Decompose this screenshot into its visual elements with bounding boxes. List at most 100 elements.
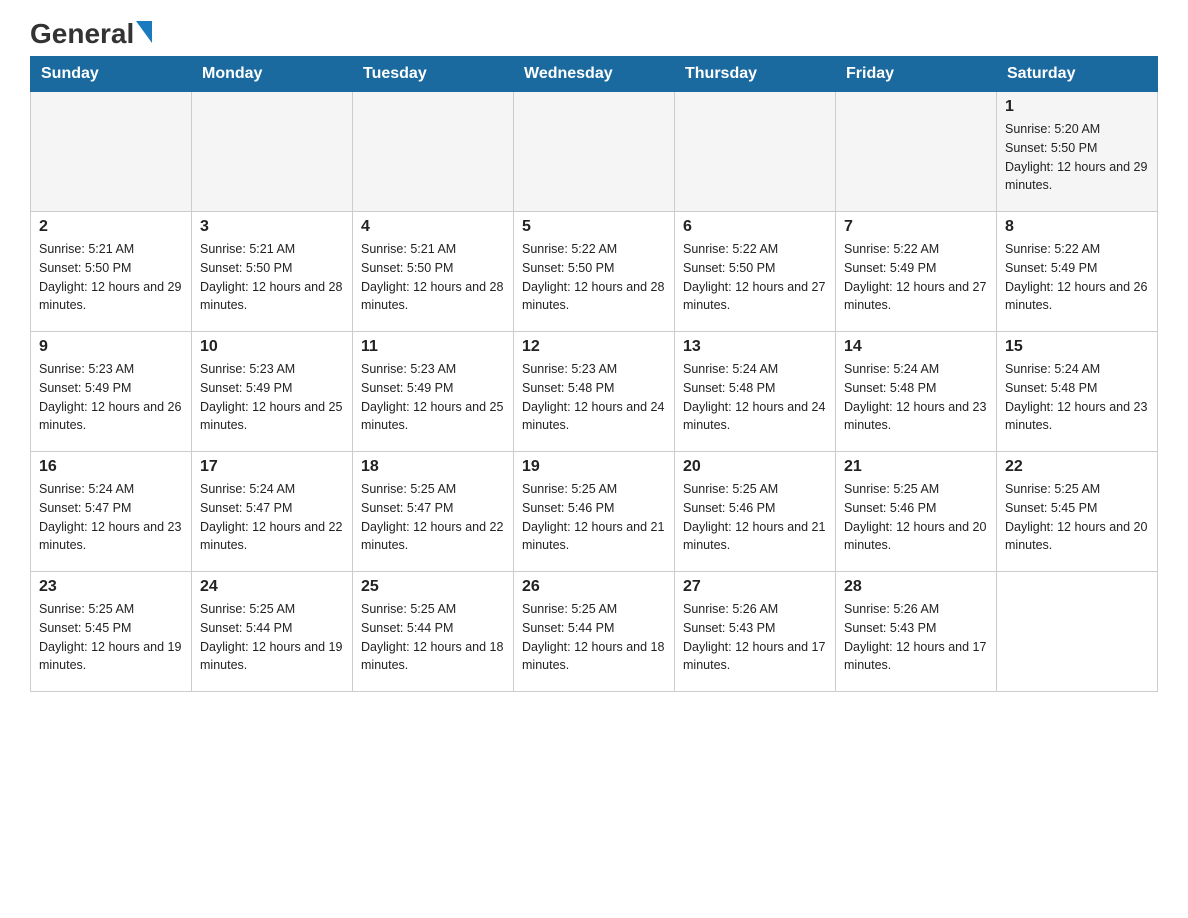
weekday-header-saturday: Saturday [997,57,1158,92]
day-number: 6 [683,218,827,236]
weekday-header-monday: Monday [192,57,353,92]
day-info: Sunrise: 5:22 AMSunset: 5:49 PMDaylight:… [1005,240,1149,315]
day-info: Sunrise: 5:25 AMSunset: 5:46 PMDaylight:… [844,480,988,555]
calendar-cell: 25 Sunrise: 5:25 AMSunset: 5:44 PMDayligh… [353,572,514,692]
calendar-cell [353,92,514,212]
day-info: Sunrise: 5:21 AMSunset: 5:50 PMDaylight:… [200,240,344,315]
calendar-cell: 17 Sunrise: 5:24 AMSunset: 5:47 PMDayligh… [192,452,353,572]
calendar-cell: 6 Sunrise: 5:22 AMSunset: 5:50 PMDaylight… [675,212,836,332]
day-number: 19 [522,458,666,476]
day-info: Sunrise: 5:26 AMSunset: 5:43 PMDaylight:… [844,600,988,675]
day-info: Sunrise: 5:22 AMSunset: 5:49 PMDaylight:… [844,240,988,315]
day-number: 25 [361,578,505,596]
weekday-header-thursday: Thursday [675,57,836,92]
day-info: Sunrise: 5:25 AMSunset: 5:45 PMDaylight:… [39,600,183,675]
calendar-cell: 8 Sunrise: 5:22 AMSunset: 5:49 PMDaylight… [997,212,1158,332]
weekday-header-wednesday: Wednesday [514,57,675,92]
day-number: 20 [683,458,827,476]
logo-arrow-icon [136,21,152,43]
calendar-cell: 26Sunrise: 5:25 AMSunset: 5:44 PMDayligh… [514,572,675,692]
calendar-week-row: 23 Sunrise: 5:25 AMSunset: 5:45 PMDayligh… [31,572,1158,692]
day-info: Sunrise: 5:24 AMSunset: 5:48 PMDaylight:… [844,360,988,435]
calendar-cell: 27 Sunrise: 5:26 AMSunset: 5:43 PMDayligh… [675,572,836,692]
day-number: 27 [683,578,827,596]
day-info: Sunrise: 5:25 AMSunset: 5:44 PMDaylight:… [361,600,505,675]
day-number: 24 [200,578,344,596]
day-info: Sunrise: 5:26 AMSunset: 5:43 PMDaylight:… [683,600,827,675]
day-number: 9 [39,338,183,356]
day-info: Sunrise: 5:25 AMSunset: 5:47 PMDaylight:… [361,480,505,555]
day-info: Sunrise: 5:22 AMSunset: 5:50 PMDaylight:… [683,240,827,315]
day-number: 26 [522,578,666,596]
calendar-cell: 22Sunrise: 5:25 AMSunset: 5:45 PMDayligh… [997,452,1158,572]
calendar-cell: 16 Sunrise: 5:24 AMSunset: 5:47 PMDayligh… [31,452,192,572]
calendar-cell: 4 Sunrise: 5:21 AMSunset: 5:50 PMDaylight… [353,212,514,332]
day-info: Sunrise: 5:25 AMSunset: 5:46 PMDaylight:… [522,480,666,555]
day-info: Sunrise: 5:24 AMSunset: 5:47 PMDaylight:… [39,480,183,555]
weekday-header-sunday: Sunday [31,57,192,92]
calendar-cell: 1 Sunrise: 5:20 AMSunset: 5:50 PMDaylight… [997,92,1158,212]
day-info: Sunrise: 5:20 AMSunset: 5:50 PMDaylight:… [1005,120,1149,195]
weekday-header-friday: Friday [836,57,997,92]
calendar-week-row: 16 Sunrise: 5:24 AMSunset: 5:47 PMDayligh… [31,452,1158,572]
day-number: 3 [200,218,344,236]
day-number: 28 [844,578,988,596]
calendar-cell: 23 Sunrise: 5:25 AMSunset: 5:45 PMDayligh… [31,572,192,692]
day-number: 14 [844,338,988,356]
day-info: Sunrise: 5:23 AMSunset: 5:48 PMDaylight:… [522,360,666,435]
calendar-cell [514,92,675,212]
weekday-header-tuesday: Tuesday [353,57,514,92]
day-info: Sunrise: 5:24 AMSunset: 5:48 PMDaylight:… [1005,360,1149,435]
calendar-cell: 28 Sunrise: 5:26 AMSunset: 5:43 PMDayligh… [836,572,997,692]
page-header: General [30,20,1158,46]
calendar-cell: 21 Sunrise: 5:25 AMSunset: 5:46 PMDayligh… [836,452,997,572]
calendar-cell: 12 Sunrise: 5:23 AMSunset: 5:48 PMDayligh… [514,332,675,452]
day-number: 18 [361,458,505,476]
calendar-week-row: 9 Sunrise: 5:23 AMSunset: 5:49 PMDaylight… [31,332,1158,452]
day-number: 8 [1005,218,1149,236]
calendar-cell: 9 Sunrise: 5:23 AMSunset: 5:49 PMDaylight… [31,332,192,452]
calendar-cell: 24 Sunrise: 5:25 AMSunset: 5:44 PMDayligh… [192,572,353,692]
day-number: 21 [844,458,988,476]
logo-text-general: General [30,20,134,48]
day-info: Sunrise: 5:23 AMSunset: 5:49 PMDaylight:… [200,360,344,435]
calendar-cell: 2 Sunrise: 5:21 AMSunset: 5:50 PMDaylight… [31,212,192,332]
day-number: 2 [39,218,183,236]
calendar-cell: 19 Sunrise: 5:25 AMSunset: 5:46 PMDayligh… [514,452,675,572]
day-info: Sunrise: 5:23 AMSunset: 5:49 PMDaylight:… [361,360,505,435]
logo: General [30,20,152,46]
calendar-cell: 3 Sunrise: 5:21 AMSunset: 5:50 PMDaylight… [192,212,353,332]
day-number: 1 [1005,98,1149,116]
day-number: 15 [1005,338,1149,356]
calendar-cell: 7 Sunrise: 5:22 AMSunset: 5:49 PMDaylight… [836,212,997,332]
calendar-cell: 10Sunrise: 5:23 AMSunset: 5:49 PMDayligh… [192,332,353,452]
day-number: 17 [200,458,344,476]
calendar-week-row: 2 Sunrise: 5:21 AMSunset: 5:50 PMDaylight… [31,212,1158,332]
day-info: Sunrise: 5:24 AMSunset: 5:47 PMDaylight:… [200,480,344,555]
calendar-cell [675,92,836,212]
day-number: 23 [39,578,183,596]
calendar-cell: 14 Sunrise: 5:24 AMSunset: 5:48 PMDayligh… [836,332,997,452]
calendar-table: SundayMondayTuesdayWednesdayThursdayFrid… [30,56,1158,692]
day-info: Sunrise: 5:25 AMSunset: 5:44 PMDaylight:… [200,600,344,675]
day-number: 12 [522,338,666,356]
day-number: 4 [361,218,505,236]
day-number: 11 [361,338,505,356]
day-info: Sunrise: 5:21 AMSunset: 5:50 PMDaylight:… [39,240,183,315]
calendar-cell [31,92,192,212]
day-info: Sunrise: 5:22 AMSunset: 5:50 PMDaylight:… [522,240,666,315]
day-info: Sunrise: 5:23 AMSunset: 5:49 PMDaylight:… [39,360,183,435]
day-info: Sunrise: 5:25 AMSunset: 5:46 PMDaylight:… [683,480,827,555]
calendar-cell: 11 Sunrise: 5:23 AMSunset: 5:49 PMDayligh… [353,332,514,452]
calendar-cell: 15 Sunrise: 5:24 AMSunset: 5:48 PMDayligh… [997,332,1158,452]
calendar-cell: 5 Sunrise: 5:22 AMSunset: 5:50 PMDaylight… [514,212,675,332]
calendar-header-row: SundayMondayTuesdayWednesdayThursdayFrid… [31,57,1158,92]
day-number: 16 [39,458,183,476]
day-number: 7 [844,218,988,236]
day-number: 5 [522,218,666,236]
day-info: Sunrise: 5:25 AMSunset: 5:45 PMDaylight:… [1005,480,1149,555]
calendar-cell [997,572,1158,692]
day-info: Sunrise: 5:21 AMSunset: 5:50 PMDaylight:… [361,240,505,315]
calendar-cell [192,92,353,212]
day-number: 13 [683,338,827,356]
